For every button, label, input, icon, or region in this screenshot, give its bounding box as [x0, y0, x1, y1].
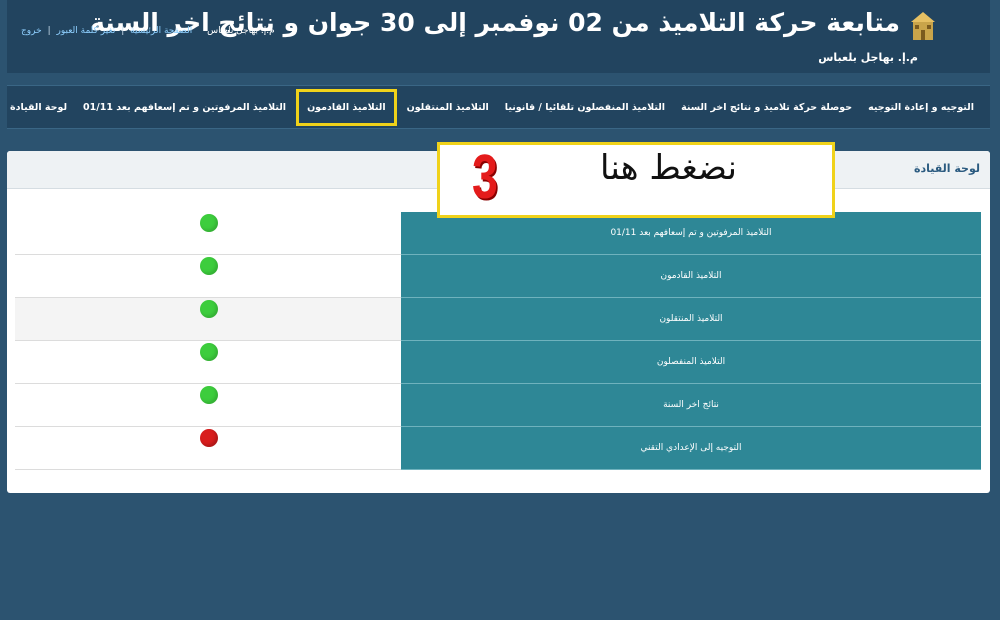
nav-item-dashboard[interactable]: لوحة القيادة	[2, 102, 75, 113]
status-ok-icon	[200, 300, 218, 318]
app-header: متابعة حركة التلاميذ من 02 نوفمبر إلى 30…	[7, 0, 990, 73]
table-row: التلاميذ المنتقلون	[15, 298, 981, 341]
row-label[interactable]: نتائج اخر السنة	[401, 384, 981, 427]
status-table: التلاميذ المرفوتين و تم إسعافهم بعد 01/1…	[15, 212, 981, 470]
status-cell	[15, 341, 401, 383]
callout-text: نضغط هنا	[600, 148, 737, 188]
nav-item-orientation[interactable]: التوجيه و إعادة التوجيه	[860, 102, 982, 113]
change-password-link[interactable]: تغير كلمة العبور	[56, 26, 115, 36]
status-ok-icon	[200, 214, 218, 232]
main-nav: لوحة القيادة التلاميذ المرفوتين و تم إسع…	[7, 85, 990, 129]
status-ok-icon	[200, 386, 218, 404]
panel-title: لوحة القيادة	[913, 162, 980, 175]
table-row: التوجيه إلى الإعدادي التقني	[15, 427, 981, 470]
nav-items: لوحة القيادة التلاميذ المرفوتين و تم إسع…	[2, 86, 982, 128]
top-links: م.إ. بهاجل بلعباس الصفحة الرئيسية | تغير…	[21, 26, 275, 36]
nav-item-dismissed[interactable]: التلاميذ المنفصلون تلقائيا / قانونيا	[497, 102, 673, 113]
nav-item-readmitted[interactable]: التلاميذ المرفوتين و تم إسعافهم بعد 01/1…	[75, 102, 294, 113]
nav-item-incoming[interactable]: التلاميذ القادمون	[296, 88, 397, 126]
instruction-callout: 3 نضغط هنا	[437, 142, 835, 218]
step-number: 3	[472, 143, 498, 212]
home-link[interactable]: الصفحة الرئيسية	[130, 26, 192, 36]
status-cell	[15, 255, 401, 297]
status-cell	[15, 427, 401, 469]
table-row: التلاميذ المنفصلون	[15, 341, 981, 384]
current-user: م.إ. بهاجل بلعباس	[207, 26, 275, 36]
status-ok-icon	[200, 343, 218, 361]
table-row: التلاميذ المرفوتين و تم إسعافهم بعد 01/1…	[15, 212, 981, 255]
status-cell	[15, 212, 401, 254]
nav-item-transferred[interactable]: التلاميذ المنتقلون	[399, 102, 497, 113]
nav-item-summary[interactable]: حوصلة حركة تلاميذ و نتائج اخر السنة	[673, 102, 860, 113]
table-row: نتائج اخر السنة	[15, 384, 981, 427]
row-label[interactable]: التلاميذ المنفصلون	[401, 341, 981, 384]
header-subtitle: م.إ. بهاجل بلعباس	[818, 51, 918, 64]
table-row: التلاميذ القادمون	[15, 255, 981, 298]
status-cell	[15, 384, 401, 426]
school-building-icon	[911, 12, 935, 40]
status-error-icon	[200, 429, 218, 447]
row-label[interactable]: التلاميذ المرفوتين و تم إسعافهم بعد 01/1…	[401, 212, 981, 255]
status-cell	[15, 298, 401, 340]
row-label[interactable]: التلاميذ المنتقلون	[401, 298, 981, 341]
link-separator: |	[121, 26, 125, 36]
row-label[interactable]: التلاميذ القادمون	[401, 255, 981, 298]
row-label[interactable]: التوجيه إلى الإعدادي التقني	[401, 427, 981, 470]
link-separator: |	[47, 26, 51, 36]
status-ok-icon	[200, 257, 218, 275]
logout-link[interactable]: خروج	[21, 26, 42, 36]
